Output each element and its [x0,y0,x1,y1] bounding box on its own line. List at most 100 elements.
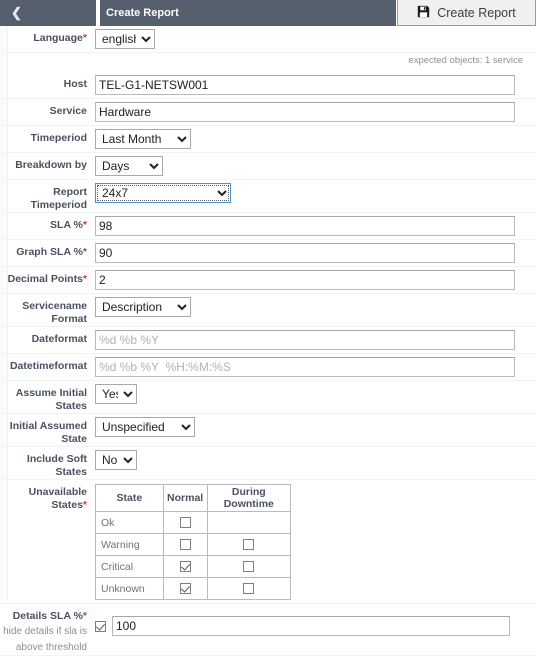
label-decimal-points: Decimal Points* [7,273,87,285]
checkbox-unknown-downtime[interactable] [243,583,255,595]
control-assume-initial-states: Yes [95,381,536,407]
label-service: Service [49,105,87,117]
timeperiod-select[interactable]: Last Month [95,129,191,149]
label-sla-pct: SLA %* [50,219,87,231]
control-host [95,72,536,98]
decimal-points-input[interactable] [95,270,515,290]
required-marker: * [82,499,87,511]
report-timeperiod-select[interactable]: 24x7 [95,183,231,203]
cell-unknown-downtime[interactable] [206,577,292,600]
create-report-button[interactable]: Create Report [397,0,536,26]
control-datetimeformat [95,354,536,380]
state-name-critical: Critical [95,555,164,578]
field-row-initial-assumed-state: Initial Assumed State Unspecified [0,414,536,447]
label-host: Host [63,78,87,90]
checkbox-ok-normal[interactable] [179,517,191,529]
label-spacer [0,53,95,59]
label-details-sla-sub-1: hide details if sla is [3,626,87,637]
required-marker: * [82,246,87,258]
tab-create-report[interactable]: Create Report [100,0,396,26]
label-dateformat: Dateformat [31,333,87,345]
field-row-include-soft-states: Include Soft States No [0,447,536,480]
field-row-breakdown-by: Breakdown by Days [0,153,536,180]
details-sla-pct-input[interactable] [112,616,510,636]
servicename-format-select[interactable]: Description [95,297,191,317]
service-input[interactable] [95,102,515,122]
label-include-soft-states: Include Soft States [26,453,87,478]
save-floppy-icon [417,5,430,21]
field-row-language: Language* english [0,26,536,53]
field-row-servicename-format: Servicename Format Description [0,294,536,327]
label-servicename-format: Servicename Format [22,300,87,325]
label-initial-assumed-state: Initial Assumed State [9,420,87,445]
label-details-sla-pct: Details SLA %* hide details if sla is ab… [0,604,95,655]
top-bar: ❮ Create Report Create Report [0,0,536,26]
initial-assumed-state-select[interactable]: Unspecified [95,417,195,437]
control-dateformat [95,327,536,353]
control-service [95,99,536,125]
field-row-assume-initial-states: Assume Initial States Yes [0,381,536,414]
field-row-dateformat: Dateformat [0,327,536,354]
label-unavailable-states: Unavailable States* [28,486,87,511]
back-button[interactable]: ❮ [0,0,98,26]
required-marker: * [82,273,87,285]
unavailable-states-table: State Normal During Downtime Ok Warning [95,484,292,600]
language-select[interactable]: english [95,29,155,49]
label-graph-sla-pct: Graph SLA %* [16,246,87,258]
cell-unknown-normal[interactable] [162,577,208,600]
sla-pct-input[interactable] [95,216,515,236]
cell-critical-normal[interactable] [162,555,208,578]
breakdown-by-select[interactable]: Days [95,156,163,176]
table-head: State Normal During Downtime [95,484,292,512]
field-row-timeperiod: Timeperiod Last Month [0,126,536,153]
checkbox-critical-normal[interactable] [179,561,191,573]
col-during-downtime: During Downtime [206,484,292,512]
table-body: Ok Warning Critical Unknown [95,511,292,600]
host-input[interactable] [95,75,515,95]
state-name-unknown: Unknown [95,577,164,600]
checkbox-critical-downtime[interactable] [243,561,255,573]
control-graph-sla-pct [95,240,536,266]
cell-warning-normal[interactable] [162,533,208,556]
table-row: Unknown [95,577,292,600]
include-soft-states-select[interactable]: No [95,450,137,470]
control-details-sla-pct [95,604,536,639]
cell-ok-normal[interactable] [162,511,208,534]
checkbox-details-sla-enabled[interactable] [95,620,106,632]
label-report-timeperiod: Report Timeperiod [30,186,87,211]
required-marker: * [82,32,87,44]
label-assume-initial-states: Assume Initial States [15,387,87,412]
dateformat-input[interactable] [95,330,515,350]
create-report-button-label: Create Report [437,5,516,20]
expected-objects-text: expected objects: 1 service [408,55,523,66]
field-row-unavailable-states: Unavailable States* State Normal During … [0,480,536,604]
control-report-timeperiod: 24x7 [95,180,536,206]
label-timeperiod: Timeperiod [30,132,87,144]
control-decimal-points [95,267,536,293]
chevron-left-icon: ❮ [11,5,22,20]
cell-critical-downtime[interactable] [206,555,292,578]
cell-warning-downtime[interactable] [206,533,292,556]
checkbox-warning-downtime[interactable] [243,539,255,551]
label-breakdown-by: Breakdown by [15,159,87,171]
checkbox-warning-normal[interactable] [179,539,191,551]
field-row-report-timeperiod: Report Timeperiod 24x7 [0,180,536,213]
label-language: Language* [33,32,87,44]
control-breakdown-by: Days [95,153,536,179]
label-details-sla-sub-2: above threshold [15,642,87,653]
graph-sla-pct-input[interactable] [95,243,515,263]
assume-initial-states-select[interactable]: Yes [95,384,137,404]
control-servicename-format: Description [95,294,536,320]
field-row-datetimeformat: Datetimeformat [0,354,536,381]
report-options-form: Language* english expected objects: 1 se… [0,26,536,656]
table-row: Ok [95,511,292,534]
table-row: Critical [95,555,292,578]
state-name-ok: Ok [95,511,164,534]
checkbox-unknown-normal[interactable] [179,583,191,595]
col-state: State [95,484,164,512]
expected-objects-row: expected objects: 1 service [0,53,536,72]
datetimeformat-input[interactable] [95,357,515,377]
table-header-row: State Normal During Downtime [95,484,292,512]
control-unavailable-states: State Normal During Downtime Ok Warning [95,480,536,603]
field-row-sla-pct: SLA %* [0,213,536,240]
